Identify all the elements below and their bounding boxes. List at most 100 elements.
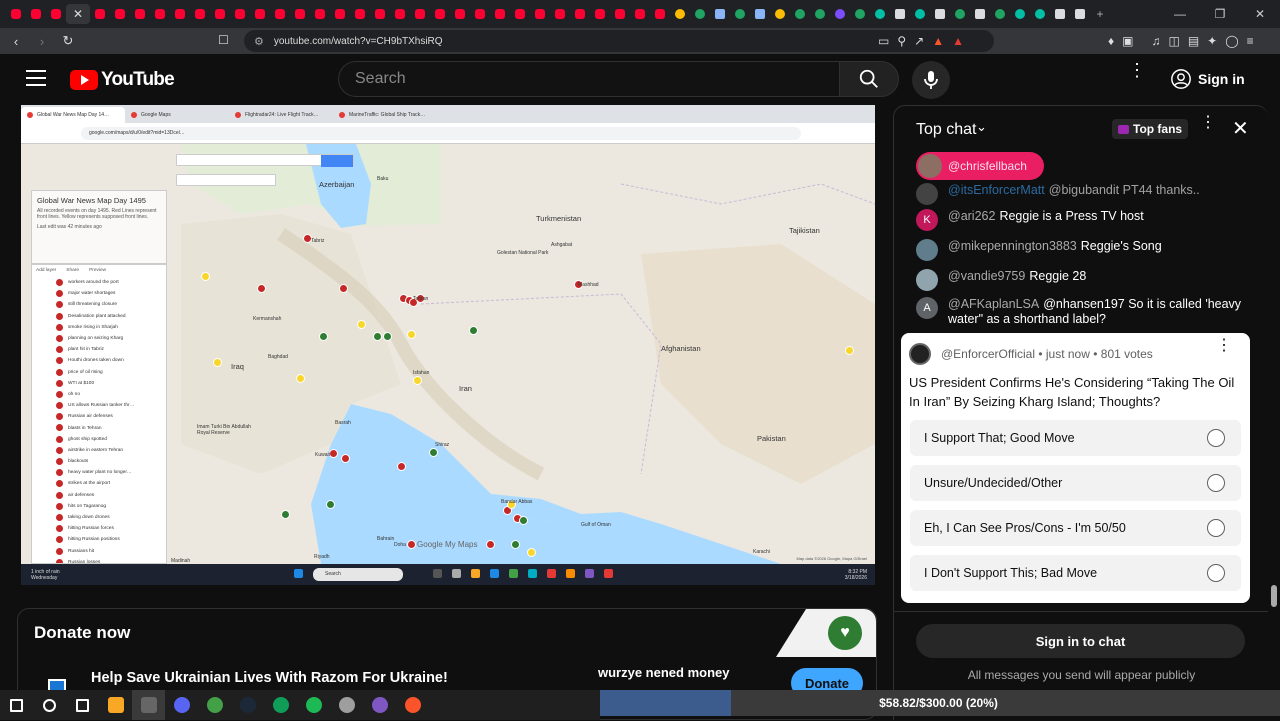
tab-close-icon[interactable]: ✕ — [73, 8, 83, 20]
poll-option[interactable]: Eh, I Can See Pros/Cons - I'm 50/50 — [910, 510, 1241, 546]
browser-tab[interactable] — [390, 4, 410, 24]
reload-icon[interactable]: ↻ — [58, 31, 78, 51]
top-fans-button[interactable]: Top fans — [1112, 119, 1189, 139]
browser-tab[interactable] — [250, 4, 270, 24]
settings-menu-icon[interactable]: ⋮ — [1128, 61, 1146, 79]
brave-shield-icon[interactable]: ▲ — [932, 34, 944, 48]
taskbar-item[interactable] — [132, 690, 165, 720]
new-tab-button[interactable]: + — [1090, 4, 1110, 24]
browser-tab[interactable] — [730, 4, 750, 24]
taskbar-item[interactable] — [264, 690, 297, 720]
forward-icon[interactable]: › — [32, 31, 52, 51]
browser-tab[interactable] — [230, 4, 250, 24]
taskbar-item[interactable] — [363, 690, 396, 720]
poll-more-icon[interactable]: ⋮ — [1216, 338, 1232, 354]
browser-tab[interactable] — [990, 4, 1010, 24]
browser-tab[interactable] — [570, 4, 590, 24]
browser-tab[interactable] — [150, 4, 170, 24]
extensions-icon[interactable]: ♦ — [1108, 34, 1114, 48]
poll-option[interactable]: I Support That; Good Move — [910, 420, 1241, 456]
browser-tab[interactable] — [6, 4, 26, 24]
browser-tab[interactable] — [1070, 4, 1090, 24]
taskbar-item[interactable] — [396, 690, 429, 720]
browser-tab[interactable] — [46, 4, 66, 24]
browser-tab[interactable] — [610, 4, 630, 24]
browser-tab[interactable] — [130, 4, 150, 24]
radio-icon[interactable] — [1207, 564, 1225, 582]
browser-tab[interactable] — [490, 4, 510, 24]
browser-tab[interactable] — [290, 4, 310, 24]
site-info-icon[interactable]: ⚙ — [254, 35, 264, 48]
browser-tab[interactable] — [90, 4, 110, 24]
browser-tab[interactable] — [810, 4, 830, 24]
back-icon[interactable]: ‹ — [6, 31, 26, 51]
browser-tab[interactable] — [690, 4, 710, 24]
chevron-down-icon[interactable]: ⌄ — [976, 119, 987, 135]
chat-author[interactable]: @vandie9759 — [948, 269, 1025, 283]
browser-tab[interactable] — [890, 4, 910, 24]
browser-tab[interactable] — [710, 4, 730, 24]
browser-tab[interactable] — [310, 4, 330, 24]
share-icon[interactable]: ↗ — [914, 34, 924, 48]
taskbar-item[interactable] — [99, 690, 132, 720]
browser-tab[interactable] — [210, 4, 230, 24]
taskbar-item[interactable] — [297, 690, 330, 720]
browser-tab[interactable] — [510, 4, 530, 24]
chat-mode-label[interactable]: Top chat — [916, 121, 976, 139]
wallet-icon[interactable]: ▤ — [1188, 34, 1199, 48]
poll-option[interactable]: I Don't Support This; Bad Move — [910, 555, 1241, 591]
chat-author[interactable]: @itsEnforcerMatt — [948, 183, 1045, 197]
browser-tab[interactable] — [750, 4, 770, 24]
browser-tab[interactable] — [110, 4, 130, 24]
taskbar-item[interactable] — [0, 690, 33, 720]
rewards-icon[interactable]: ▲ — [952, 34, 964, 48]
close-chat-icon[interactable]: ✕ — [1232, 116, 1249, 141]
radio-icon[interactable] — [1207, 519, 1225, 537]
browser-tab[interactable] — [550, 4, 570, 24]
browser-tab[interactable] — [650, 4, 670, 24]
browser-tab[interactable] — [850, 4, 870, 24]
browser-tab[interactable] — [590, 4, 610, 24]
browser-tab[interactable] — [270, 4, 290, 24]
browser-tab[interactable] — [790, 4, 810, 24]
chat-more-icon[interactable]: ⋮ — [1200, 115, 1216, 131]
voice-search-button[interactable] — [912, 61, 950, 99]
vpn-icon[interactable]: ◯ — [1225, 34, 1238, 48]
browser-tab[interactable] — [410, 4, 430, 24]
browser-tab[interactable] — [830, 4, 850, 24]
browser-tab[interactable] — [630, 4, 650, 24]
search-input[interactable]: Search — [338, 61, 840, 97]
chat-author[interactable]: @ari262 — [948, 209, 995, 223]
browser-menu-icon[interactable]: ≡ — [1247, 34, 1254, 48]
scrollbar-thumb[interactable] — [1271, 585, 1277, 607]
browser-tab[interactable] — [950, 4, 970, 24]
browser-tab[interactable] — [26, 4, 46, 24]
browser-tab[interactable] — [430, 4, 450, 24]
browser-tab[interactable] — [870, 4, 890, 24]
browser-tab[interactable] — [1010, 4, 1030, 24]
browser-tab[interactable] — [1050, 4, 1070, 24]
chat-author[interactable]: @mikepennington3883 — [948, 239, 1077, 253]
page-scrollbar[interactable] — [1268, 60, 1280, 690]
browser-tab[interactable] — [530, 4, 550, 24]
browser-tab[interactable] — [1030, 4, 1050, 24]
hamburger-menu-icon[interactable] — [26, 70, 46, 86]
search-button[interactable] — [839, 61, 899, 97]
browser-tab[interactable] — [190, 4, 210, 24]
close-window-button[interactable]: ✕ — [1240, 0, 1280, 28]
browser-tab[interactable] — [350, 4, 370, 24]
cast-icon[interactable]: ▭ — [878, 34, 889, 48]
youtube-logo[interactable]: YouTube — [70, 69, 175, 91]
sign-in-to-chat-button[interactable]: Sign in to chat — [916, 624, 1245, 658]
browser-tab[interactable] — [450, 4, 470, 24]
browser-tab[interactable] — [170, 4, 190, 24]
browser-tab[interactable] — [670, 4, 690, 24]
bookmark-icon[interactable]: ☐ — [218, 33, 229, 47]
restore-button[interactable]: ❐ — [1200, 0, 1240, 28]
taskbar-item[interactable] — [198, 690, 231, 720]
sign-in-button[interactable]: Sign in — [1162, 61, 1257, 97]
sidebar-icon[interactable]: ◫ — [1168, 34, 1179, 48]
browser-tab[interactable] — [970, 4, 990, 24]
minimize-button[interactable]: — — [1160, 0, 1200, 28]
browser-tab[interactable] — [770, 4, 790, 24]
